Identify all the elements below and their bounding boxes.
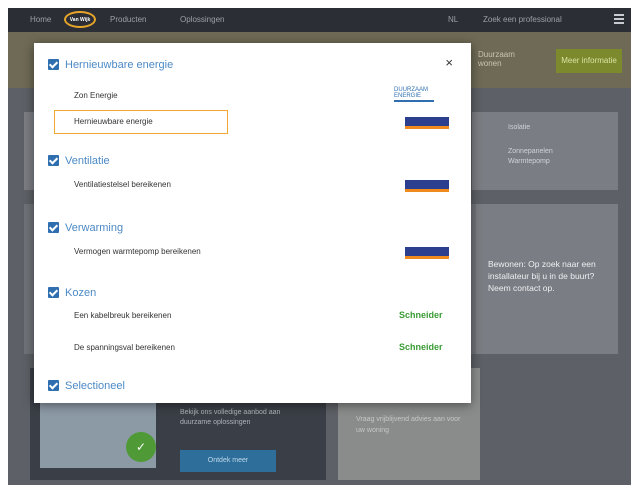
product-row-label: Vermogen warmtepomp bereikenen [74, 247, 201, 256]
close-icon[interactable]: × [445, 55, 453, 70]
info-panel: Bewonen: Op zoek naar een installateur b… [476, 204, 618, 354]
product-row-label: De spanningsval bereikenen [74, 343, 175, 352]
product-row-label: Hernieuwbare energie [74, 117, 153, 126]
category-label: Hernieuwbare energie [65, 58, 174, 71]
top-navigation-bar: Home Van Wijk Producten Oplossingen NL Z… [8, 8, 631, 32]
category-checkbox-ventilation[interactable]: Ventilatie [48, 152, 110, 167]
panel-link[interactable]: Zonnepanelen [508, 148, 553, 155]
product-row[interactable]: Een kabelbreuk bereikenen Schneider [54, 305, 449, 329]
info-panel-text: Bewonen: Op zoek naar een installateur b… [488, 259, 596, 293]
product-row-label: Ventilatiestelsel bereikenen [74, 180, 171, 189]
product-row-selected[interactable]: Hernieuwbare energie [54, 110, 228, 134]
links-panel: Isolatie Zonnepanelen Warmtepomp [472, 112, 618, 190]
checkbox-checked-icon[interactable] [48, 59, 59, 71]
category-filter-modal: × Hernieuwbare energie Zon Energie DUURZ… [34, 43, 471, 403]
category-checkbox-selectioneel[interactable]: Selectioneel [48, 377, 125, 392]
panel-link[interactable]: Warmtepomp [508, 158, 550, 165]
checkbox-checked-icon[interactable] [48, 222, 59, 234]
category-checkbox-kozen[interactable]: Kozen [48, 284, 97, 299]
brand-logo: Schneider [399, 310, 443, 320]
hamburger-menu-icon[interactable] [614, 14, 624, 24]
checkbox-checked-icon[interactable] [48, 287, 59, 299]
brand-logo: Schneider [399, 342, 443, 352]
checkbox-checked-icon[interactable] [48, 380, 59, 392]
hero-text: Duurzaam wonen [478, 50, 515, 68]
category-checkbox-heating[interactable]: Verwarming [48, 219, 124, 234]
category-label: Verwarming [65, 221, 124, 234]
product-row-label: Een kabelbreuk bereikenen [74, 311, 172, 320]
category-checkbox-renewable[interactable]: Hernieuwbare energie [48, 56, 174, 71]
check-badge-icon: ✓ [126, 432, 156, 462]
panel-link[interactable]: Isolatie [508, 124, 530, 131]
brand-logo [405, 180, 449, 192]
nav-item-solutions[interactable]: Oplossingen [180, 15, 224, 24]
logo-text: Van Wijk [69, 17, 91, 23]
product-row[interactable]: Ventilatiestelsel bereikenen [54, 174, 449, 198]
nav-item-products[interactable]: Producten [110, 15, 146, 24]
hero-cta-button[interactable]: Meer informatie [556, 49, 622, 73]
category-label: Selectioneel [65, 379, 125, 392]
site-logo[interactable]: Van Wijk [64, 11, 96, 28]
brand-logo [405, 117, 449, 129]
product-row[interactable]: Zon Energie DUURZAAM ENERGIE [54, 85, 449, 109]
brand-logo: DUURZAAM ENERGIE [394, 87, 449, 102]
brand-logo [405, 247, 449, 259]
promo-card-button[interactable]: Ontdek meer [180, 450, 276, 472]
product-row[interactable]: De spanningsval bereikenen Schneider [54, 337, 449, 361]
checkbox-checked-icon[interactable] [48, 155, 59, 167]
find-professional-link[interactable]: Zoek een professional [483, 15, 562, 24]
advice-card-text: Vraag vrijblijvend advies aan voor uw wo… [356, 416, 461, 434]
category-label: Kozen [65, 286, 97, 299]
product-row[interactable]: Vermogen warmtepomp bereikenen [54, 241, 449, 265]
category-label: Ventilatie [65, 154, 110, 167]
language-selector[interactable]: NL [448, 15, 458, 24]
product-row-label: Zon Energie [74, 91, 118, 100]
promo-card-text: Bekijk ons volledige aanbod aan duurzame… [180, 409, 281, 426]
nav-item-home[interactable]: Home [30, 15, 51, 24]
